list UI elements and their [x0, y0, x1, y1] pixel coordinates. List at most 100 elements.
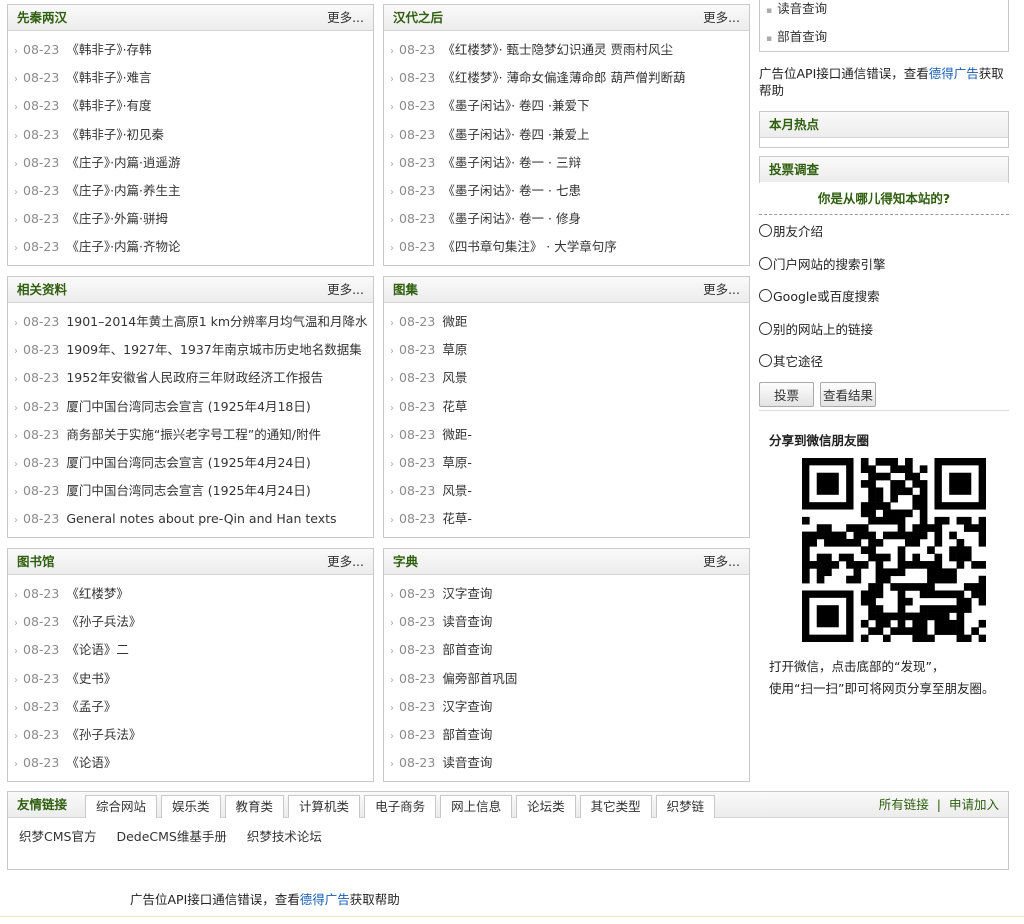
- friend-link-tab[interactable]: 其它类型: [579, 795, 652, 818]
- item-title[interactable]: 部首查询: [442, 727, 492, 742]
- item-title[interactable]: 汉字查询: [442, 586, 492, 601]
- vote-option[interactable]: 门户网站的搜索引擎: [759, 251, 1009, 284]
- list-item[interactable]: › 08-23 部首查询: [384, 636, 749, 664]
- list-item[interactable]: › 08-23 风景-: [384, 477, 749, 505]
- list-item[interactable]: › 08-23 汉字查询: [384, 580, 749, 608]
- item-title[interactable]: 部首查询: [442, 642, 492, 657]
- all-links-link[interactable]: 所有链接: [879, 797, 929, 812]
- list-item[interactable]: › 08-23 商务部关于实施“振兴老字号工程”的通知/附件: [8, 421, 373, 449]
- list-item[interactable]: › 08-23 读音查询: [384, 749, 749, 777]
- item-title[interactable]: 《墨子闲诂》· 卷四 ·兼爱下: [442, 98, 589, 113]
- list-item[interactable]: › 08-23 厦门中国台湾同志会宣言 (1925年4月24日): [8, 449, 373, 477]
- friend-link[interactable]: 织梦技术论坛: [247, 829, 322, 844]
- vote-option[interactable]: Google或百度搜索: [759, 283, 1009, 316]
- list-item[interactable]: › 08-23 《墨子闲诂》· 卷一 · 三辩: [384, 149, 749, 177]
- item-title[interactable]: 《红楼梦》: [66, 586, 129, 601]
- vote-option[interactable]: 朋友介绍: [759, 218, 1009, 251]
- footer-ad-help-link[interactable]: 德得广告: [300, 892, 350, 907]
- item-title[interactable]: 草原-: [442, 455, 472, 470]
- list-item[interactable]: › 08-23 《论语》二: [8, 636, 373, 664]
- item-title[interactable]: 读音查询: [442, 755, 492, 770]
- panel-title[interactable]: 先秦两汉: [17, 10, 67, 25]
- radio-icon[interactable]: [759, 354, 772, 367]
- radio-icon[interactable]: [759, 224, 772, 237]
- list-item[interactable]: › 08-23 部首查询: [384, 721, 749, 749]
- more-link[interactable]: 更多...: [703, 5, 740, 30]
- item-title[interactable]: 1901–2014年黄土高原1 km分辨率月均气温和月降水: [66, 314, 367, 329]
- list-item[interactable]: › 08-23 《红楼梦》: [8, 580, 373, 608]
- panel-title[interactable]: 汉代之后: [393, 10, 443, 25]
- item-title[interactable]: 《墨子闲诂》· 卷一 · 七患: [442, 183, 581, 198]
- list-item[interactable]: › 08-23 《庄子》·内篇·齐物论: [8, 233, 373, 261]
- friend-link-tab[interactable]: 综合网站: [85, 795, 158, 818]
- more-link[interactable]: 更多...: [703, 549, 740, 574]
- item-title[interactable]: 厦门中国台湾同志会宣言 (1925年4月24日): [66, 455, 310, 470]
- item-title[interactable]: 微距: [442, 314, 467, 329]
- list-item[interactable]: › 08-23 《庄子》·外篇·骈拇: [8, 205, 373, 233]
- sidebar-link[interactable]: ▪ 部首查询: [760, 24, 1008, 50]
- radio-icon[interactable]: [759, 321, 772, 335]
- list-item[interactable]: › 08-23 《红楼梦》· 甄士隐梦幻识通灵 贾雨村风尘: [384, 36, 749, 64]
- list-item[interactable]: › 08-23 花草: [384, 393, 749, 421]
- radio-icon[interactable]: [759, 289, 772, 302]
- more-link[interactable]: 更多...: [327, 277, 364, 302]
- friend-link-tab[interactable]: 网上信息: [440, 795, 513, 818]
- item-title[interactable]: 《论语》: [66, 755, 116, 770]
- panel-title[interactable]: 图书馆: [17, 554, 55, 569]
- item-title[interactable]: 《孙子兵法》: [66, 614, 141, 629]
- list-item[interactable]: › 08-23 汉字查询: [384, 693, 749, 721]
- friend-link-tab[interactable]: 计算机类: [288, 795, 361, 818]
- item-title[interactable]: 读音查询: [442, 614, 492, 629]
- radio-icon[interactable]: [759, 256, 772, 270]
- item-title[interactable]: 厦门中国台湾同志会宣言 (1925年4月24日): [66, 483, 310, 498]
- friend-link-tab[interactable]: 织梦链: [655, 795, 716, 818]
- item-title[interactable]: 风景-: [442, 483, 472, 498]
- item-title[interactable]: 厦门中国台湾同志会宣言 (1925年4月18日): [66, 399, 310, 414]
- friend-link-tab[interactable]: 电子商务: [364, 795, 437, 818]
- list-item[interactable]: › 08-23 《墨子闲诂》· 卷一 · 修身: [384, 205, 749, 233]
- more-link[interactable]: 更多...: [327, 549, 364, 574]
- list-item[interactable]: › 08-23 《孙子兵法》: [8, 608, 373, 636]
- item-title[interactable]: 《红楼梦》· 薄命女偏逢薄命郎 葫芦僧判断葫: [442, 70, 685, 85]
- friend-link[interactable]: DedeCMS维基手册: [116, 829, 226, 844]
- item-title[interactable]: 风景: [442, 370, 467, 385]
- list-item[interactable]: › 08-23 读音查询: [384, 608, 749, 636]
- list-item[interactable]: › 08-23 厦门中国台湾同志会宣言 (1925年4月18日): [8, 393, 373, 421]
- item-title[interactable]: 花草: [442, 399, 467, 414]
- item-title[interactable]: 1952年安徽省人民政府三年财政经济工作报告: [66, 370, 323, 385]
- item-title[interactable]: 《庄子》·内篇·逍遥游: [66, 155, 180, 170]
- sidebar-link[interactable]: ▪ 读音查询: [760, 0, 1008, 24]
- list-item[interactable]: › 08-23 草原: [384, 336, 749, 364]
- friend-link-tab[interactable]: 教育类: [224, 795, 285, 818]
- more-link[interactable]: 更多...: [327, 5, 364, 30]
- item-title[interactable]: 《红楼梦》· 甄士隐梦幻识通灵 贾雨村风尘: [442, 42, 673, 57]
- list-item[interactable]: › 08-23 草原-: [384, 449, 749, 477]
- list-item[interactable]: › 08-23 《墨子闲诂》· 卷四 ·兼爱下: [384, 92, 749, 120]
- vote-option[interactable]: 别的网站上的链接: [759, 316, 1009, 349]
- list-item[interactable]: › 08-23 微距-: [384, 421, 749, 449]
- list-item[interactable]: › 08-23 《史书》: [8, 665, 373, 693]
- list-item[interactable]: › 08-23 《韩非子》·初见秦: [8, 121, 373, 149]
- panel-title[interactable]: 图集: [393, 282, 418, 297]
- vote-button[interactable]: 投票: [759, 382, 815, 407]
- list-item[interactable]: › 08-23 《韩非子》·难言: [8, 64, 373, 92]
- item-title[interactable]: 《墨子闲诂》· 卷四 ·兼爱上: [442, 127, 589, 142]
- friend-link[interactable]: 织梦CMS官方: [19, 829, 96, 844]
- list-item[interactable]: › 08-23 1909年、1927年、1937年南京城市历史地名数据集: [8, 336, 373, 364]
- item-title[interactable]: 商务部关于实施“振兴老字号工程”的通知/附件: [66, 427, 321, 442]
- item-title[interactable]: 《庄子》·外篇·骈拇: [66, 211, 168, 226]
- list-item[interactable]: › 08-23 《孟子》: [8, 693, 373, 721]
- ad-help-link[interactable]: 德得广告: [929, 66, 979, 81]
- item-title[interactable]: 花草-: [442, 511, 472, 526]
- list-item[interactable]: › 08-23 《庄子》·内篇·养生主: [8, 177, 373, 205]
- list-item[interactable]: › 08-23 1952年安徽省人民政府三年财政经济工作报告: [8, 364, 373, 392]
- item-title[interactable]: 《韩非子》·存韩: [66, 42, 151, 57]
- item-title[interactable]: 草原: [442, 342, 467, 357]
- item-title[interactable]: 《孙子兵法》: [66, 727, 141, 742]
- item-title[interactable]: 《庄子》·内篇·齐物论: [66, 239, 180, 254]
- item-title[interactable]: 《史书》: [66, 671, 116, 686]
- list-item[interactable]: › 08-23 微距: [384, 308, 749, 336]
- item-title[interactable]: 微距-: [442, 427, 472, 442]
- more-link[interactable]: 更多...: [703, 277, 740, 302]
- list-item[interactable]: › 08-23 《论语》: [8, 749, 373, 777]
